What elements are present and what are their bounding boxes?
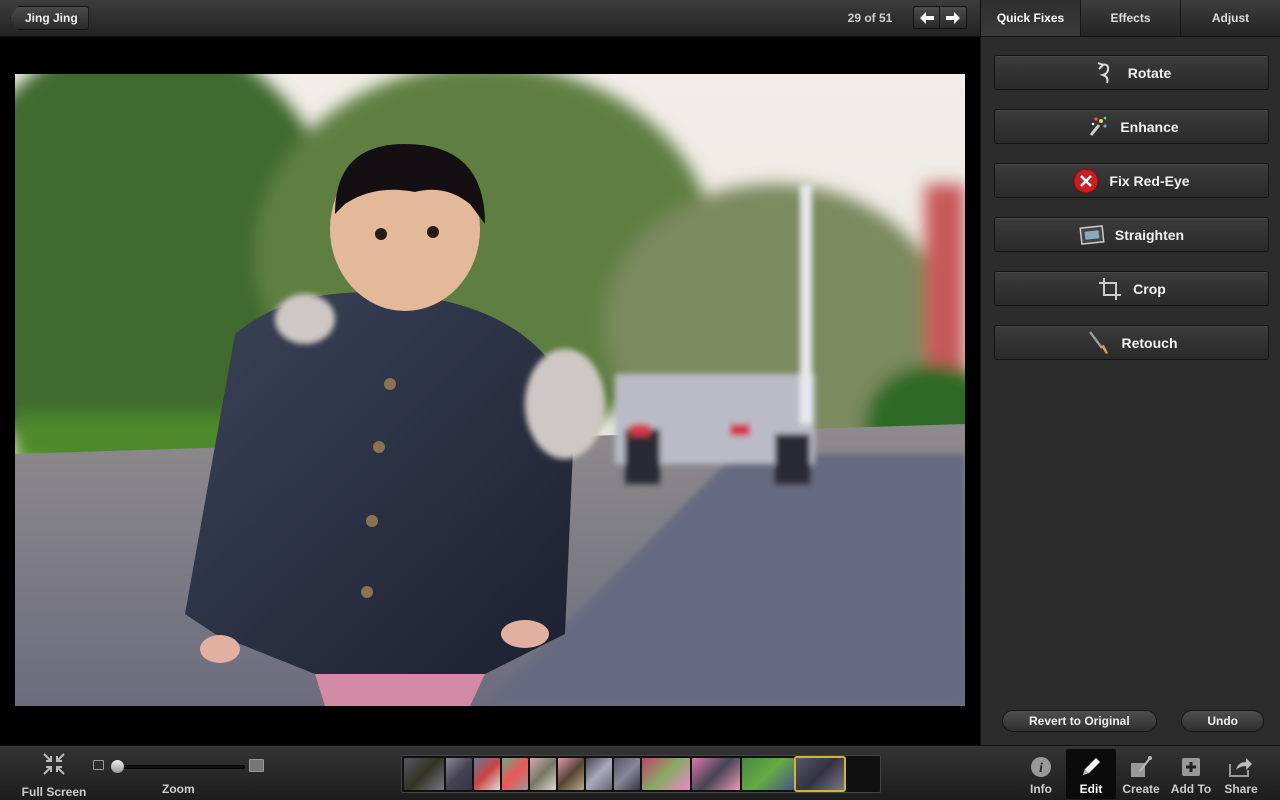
filmstrip-thumbnails — [404, 756, 846, 792]
share-icon — [1229, 758, 1252, 777]
svg-text:i: i — [1039, 761, 1043, 776]
filmstrip-thumbnail[interactable] — [742, 758, 794, 790]
filmstrip-thumbnail[interactable] — [642, 758, 690, 790]
full-screen-label: Full Screen — [21, 785, 87, 799]
filmstrip-thumbnail[interactable] — [558, 758, 584, 790]
tab-effects[interactable]: Effects — [1081, 0, 1181, 36]
info-icon: i — [1031, 757, 1051, 777]
filmstrip-thumbnail[interactable] — [614, 758, 640, 790]
filmstrip-thumbnail[interactable] — [530, 758, 556, 790]
filmstrip-thumbnail[interactable] — [474, 758, 500, 790]
red-eye-icon — [1073, 168, 1099, 194]
panel-footer: Revert to Original Undo — [1002, 710, 1264, 732]
brush-icon — [1086, 330, 1112, 356]
tab-adjust[interactable]: Adjust — [1181, 0, 1280, 36]
rotate-icon — [1092, 60, 1118, 86]
photo-image — [15, 74, 965, 706]
crop-label: Crop — [1133, 280, 1166, 297]
crop-icon — [1097, 276, 1123, 302]
zoom-out-icon — [93, 760, 104, 770]
back-button[interactable]: Jing Jing — [10, 6, 89, 30]
quick-fix-list: Rotate Enhance Fix Red-Eye Straighten Cr… — [994, 55, 1269, 379]
edit-panel: Quick Fixes Effects Adjust Rotate Enhanc… — [980, 0, 1280, 745]
main-photo[interactable] — [15, 74, 965, 706]
revert-to-original-button[interactable]: Revert to Original — [1002, 710, 1157, 732]
filmstrip-thumbnail[interactable] — [692, 758, 740, 790]
edit-button[interactable]: Edit — [1066, 749, 1116, 799]
photo-viewer[interactable] — [0, 37, 980, 745]
retouch-label: Retouch — [1121, 334, 1178, 351]
zoom-in-icon — [249, 759, 264, 772]
filmstrip-thumbnail[interactable] — [586, 758, 612, 790]
fix-red-eye-button[interactable]: Fix Red-Eye — [994, 163, 1269, 198]
create-label: Create — [1122, 782, 1160, 796]
navigation-arrows — [913, 6, 967, 29]
undo-button[interactable]: Undo — [1181, 710, 1264, 732]
create-icon — [1131, 756, 1152, 777]
arrow-right-icon — [946, 11, 960, 24]
fix-red-eye-label: Fix Red-Eye — [1109, 172, 1190, 189]
edit-tabs: Quick Fixes Effects Adjust — [981, 0, 1280, 37]
top-bar: Jing Jing 29 of 51 — [0, 0, 980, 37]
info-button[interactable]: i Info — [1016, 749, 1066, 799]
share-button[interactable]: Share — [1216, 749, 1266, 799]
filmstrip[interactable] — [401, 755, 881, 793]
edit-label: Edit — [1079, 782, 1103, 796]
bottom-toolbar: Full Screen Zoom i Info Edit Create Add … — [0, 745, 1280, 800]
rotate-label: Rotate — [1127, 64, 1172, 81]
straighten-icon — [1079, 222, 1105, 248]
plus-icon — [1182, 758, 1200, 776]
filmstrip-thumbnail[interactable] — [502, 758, 528, 790]
enhance-label: Enhance — [1120, 118, 1179, 135]
zoom-slider-thumb[interactable] — [111, 760, 124, 773]
zoom-control — [93, 759, 265, 775]
filmstrip-thumbnail[interactable] — [404, 758, 444, 790]
filmstrip-thumbnail-selected[interactable] — [794, 756, 846, 792]
previous-photo-button[interactable] — [913, 6, 940, 29]
straighten-button[interactable]: Straighten — [994, 217, 1269, 252]
create-button[interactable]: Create — [1116, 749, 1166, 799]
pencil-icon — [1083, 758, 1100, 775]
full-screen-icon — [43, 753, 65, 775]
rotate-button[interactable]: Rotate — [994, 55, 1269, 90]
share-label: Share — [1224, 782, 1258, 796]
add-to-button[interactable]: Add To — [1166, 749, 1216, 799]
filmstrip-thumbnail[interactable] — [446, 758, 472, 790]
toolbar-tools: i Info Edit Create Add To Share — [1016, 749, 1266, 799]
zoom-label: Zoom — [162, 782, 195, 796]
arrow-left-icon — [919, 11, 934, 24]
retouch-button[interactable]: Retouch — [994, 325, 1269, 360]
zoom-slider[interactable] — [111, 765, 245, 769]
tab-quick-fixes[interactable]: Quick Fixes — [981, 0, 1081, 36]
info-label: Info — [1030, 782, 1052, 796]
next-photo-button[interactable] — [940, 6, 967, 29]
crop-button[interactable]: Crop — [994, 271, 1269, 306]
straighten-label: Straighten — [1114, 226, 1185, 243]
enhance-button[interactable]: Enhance — [994, 109, 1269, 144]
full-screen-button[interactable]: Full Screen — [20, 752, 88, 799]
add-to-label: Add To — [1170, 782, 1212, 796]
magic-wand-icon — [1084, 114, 1110, 140]
photo-counter: 29 of 51 — [847, 11, 893, 25]
